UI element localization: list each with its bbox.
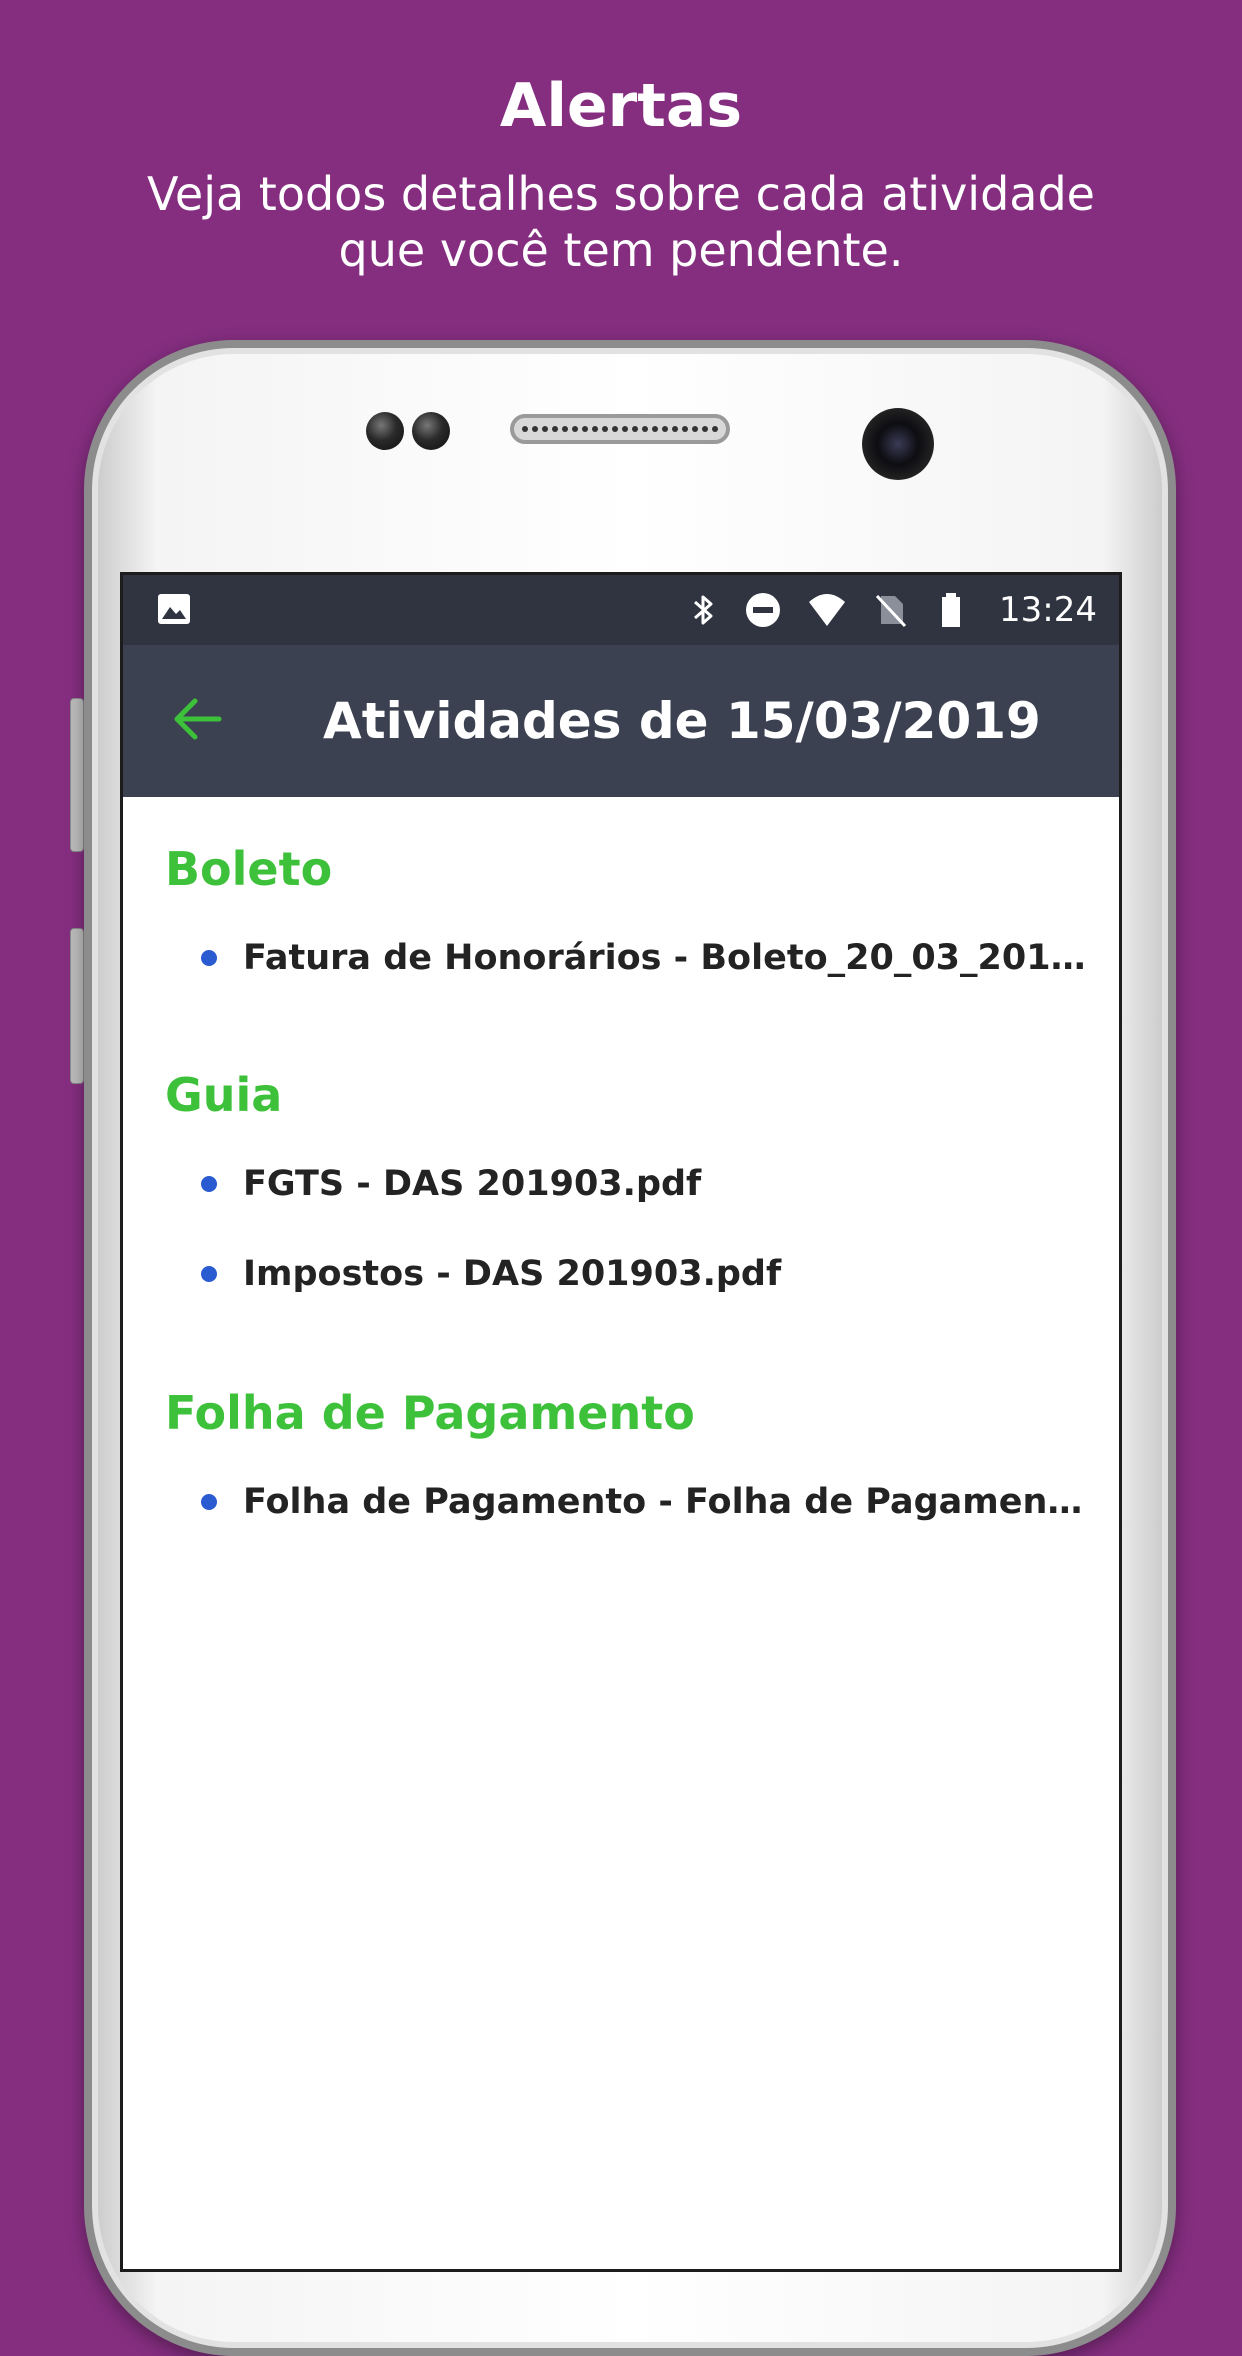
- promo-subtitle: Veja todos detalhes sobre cada atividade…: [147, 167, 1095, 277]
- list-item[interactable]: Impostos - DAS 201903.pdf: [165, 1229, 1089, 1319]
- bullet-icon: [201, 1494, 217, 1510]
- section-title: Guia: [165, 1068, 283, 1122]
- activities-list: Boleto Fatura de Honorários - Boleto_20_…: [123, 797, 1119, 2269]
- do-not-disturb-icon: [746, 593, 781, 627]
- battery-icon: [942, 593, 961, 627]
- app-bar: Atividades de 15/03/2019: [123, 645, 1119, 797]
- section-guia: Guia FGTS - DAS 201903.pdf Impostos - DA…: [165, 1065, 1089, 1319]
- sensor-icon: [366, 412, 404, 450]
- list-item-label: FGTS - DAS 201903.pdf: [243, 1164, 702, 1204]
- sensor-icon: [412, 412, 450, 450]
- status-time: 13:24: [999, 590, 1097, 630]
- front-sensors: [366, 410, 450, 452]
- section-title: Folha de Pagamento: [165, 1386, 695, 1440]
- phone-screen: 13:24 Atividades de 15/03/2019 Boleto Fa…: [120, 572, 1122, 2272]
- wifi-icon: [809, 594, 846, 626]
- list-item[interactable]: Fatura de Honorários - Boleto_20_03_2019…: [165, 913, 1089, 1003]
- phone-side-button: [70, 928, 84, 1084]
- status-bar: 13:24: [123, 575, 1119, 645]
- list-item-label: Fatura de Honorários - Boleto_20_03_2019…: [243, 938, 1089, 978]
- page-title: Atividades de 15/03/2019: [323, 692, 1041, 750]
- section-folha-de-pagamento: Folha de Pagamento Folha de Pagamento - …: [165, 1383, 1089, 1547]
- bluetooth-icon: [694, 595, 713, 625]
- list-item-label: Folha de Pagamento - Folha de Pagamento …: [243, 1482, 1089, 1522]
- earpiece-speaker: [510, 414, 730, 444]
- promo-title: Alertas: [499, 71, 743, 141]
- list-item[interactable]: Folha de Pagamento - Folha de Pagamento …: [165, 1457, 1089, 1547]
- image-icon: [158, 594, 190, 624]
- section-title: Boleto: [165, 842, 333, 896]
- bullet-icon: [201, 1266, 217, 1282]
- front-camera-icon: [862, 408, 934, 480]
- no-sim-icon: [875, 594, 907, 628]
- bullet-icon: [201, 950, 217, 966]
- bullet-icon: [201, 1176, 217, 1192]
- section-boleto: Boleto Fatura de Honorários - Boleto_20_…: [165, 839, 1089, 1003]
- phone-side-button: [70, 698, 84, 852]
- list-item-label: Impostos - DAS 201903.pdf: [243, 1254, 782, 1294]
- back-arrow-icon[interactable]: [169, 691, 225, 747]
- list-item[interactable]: FGTS - DAS 201903.pdf: [165, 1139, 1089, 1229]
